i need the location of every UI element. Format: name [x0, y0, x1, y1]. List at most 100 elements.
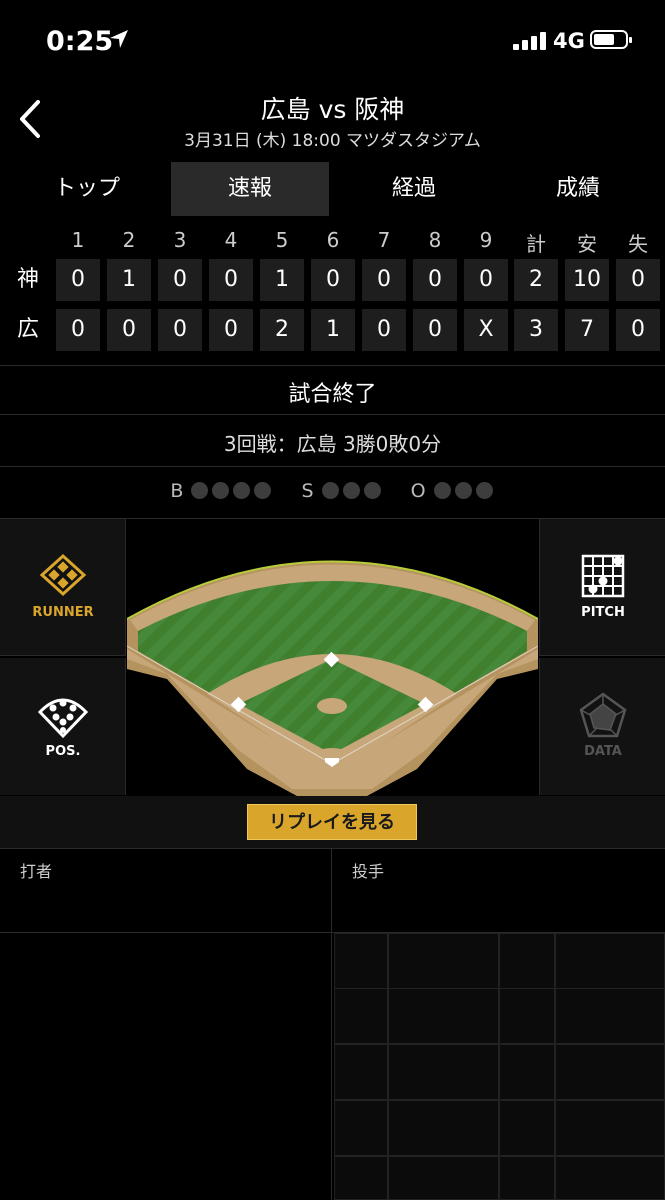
score-cell: 0	[209, 259, 253, 301]
score-cell: 1	[260, 259, 304, 301]
strike-dot	[342, 482, 360, 499]
ball-dot	[191, 482, 209, 499]
zone-cell	[388, 1044, 499, 1100]
tab-top[interactable]: トップ	[8, 162, 166, 216]
zone-cell	[334, 988, 388, 1044]
zone-cell	[555, 988, 665, 1044]
score-cell: 0	[413, 259, 457, 301]
pitcher-label: 投手	[352, 862, 385, 881]
scoreboard-header: 6	[326, 228, 340, 252]
score-cell: 0	[362, 259, 406, 301]
zone-cell	[555, 933, 665, 989]
scoreboard-header: 8	[428, 228, 442, 252]
score-cell: 0	[464, 259, 508, 301]
data-label: DATA	[584, 744, 622, 759]
out-dot	[475, 482, 493, 499]
score-cell: 2	[514, 259, 558, 301]
ball-dot	[212, 482, 230, 499]
baseball-field	[127, 560, 538, 796]
replay-button[interactable]: リプレイを見る	[247, 804, 417, 840]
zone-cell	[388, 988, 499, 1044]
scoreboard-header: 9	[479, 228, 493, 252]
network-type: 4G	[553, 29, 585, 53]
zone-cell	[388, 1100, 499, 1156]
zone-cell	[499, 933, 555, 989]
scoreboard-header: 3	[173, 228, 187, 252]
strike-label: S	[301, 480, 314, 502]
match-info: 3月31日 (木) 18:00 マツダスタジアム	[184, 131, 481, 151]
zone-cell	[388, 1156, 499, 1200]
runner-button[interactable]: RUNNER	[0, 519, 126, 656]
score-cell: 0	[616, 259, 660, 301]
column-divider	[331, 848, 332, 1200]
score-cell: X	[464, 309, 508, 351]
score-cell: 0	[311, 259, 355, 301]
tab-live[interactable]: 速報	[171, 162, 329, 216]
divider	[0, 365, 665, 366]
scoreboard-header: 5	[275, 228, 289, 252]
out-label: O	[410, 480, 426, 502]
runner-diamond-icon	[39, 553, 87, 597]
zone-cell	[499, 1100, 555, 1156]
pitch-label: PITCH	[581, 605, 625, 620]
score-cell: 0	[209, 309, 253, 351]
strike-dot	[363, 482, 381, 499]
zone-cell	[555, 1044, 665, 1100]
scoreboard-header: 1	[71, 228, 85, 252]
zone-cell	[499, 1044, 555, 1100]
score-cell: 1	[107, 259, 151, 301]
team-hanshin: 神	[16, 267, 39, 292]
position-button[interactable]: POS.	[0, 658, 126, 795]
score-cell: 0	[158, 259, 202, 301]
scoreboard-header: 4	[224, 228, 238, 252]
scoreboard-header: 計	[526, 232, 546, 256]
out-dot	[433, 482, 451, 499]
score-cell: 3	[514, 309, 558, 351]
score-cell: 0	[107, 309, 151, 351]
zone-cell	[388, 933, 499, 989]
team-hiroshima: 広	[16, 317, 39, 342]
ball-dot	[233, 482, 251, 499]
score-cell: 10	[565, 259, 609, 301]
score-cell: 0	[362, 309, 406, 351]
score-cell: 1	[311, 309, 355, 351]
series-record: 3回戦：広島 3勝0敗0分	[223, 432, 442, 456]
zone-cell	[499, 988, 555, 1044]
battery-icon	[590, 30, 632, 49]
divider	[0, 848, 665, 849]
zone-cell	[334, 1044, 388, 1100]
score-cell: 0	[616, 309, 660, 351]
runner-label: RUNNER	[32, 605, 94, 620]
scoreboard-header: 2	[122, 228, 136, 252]
signal-icon	[513, 32, 546, 50]
data-button[interactable]: DATA	[539, 658, 665, 795]
score-cell: 0	[158, 309, 202, 351]
pitch-button[interactable]: PITCH	[539, 519, 665, 656]
zone-cell	[499, 1156, 555, 1200]
score-cell: 0	[413, 309, 457, 351]
scoreboard-header: 7	[377, 228, 391, 252]
score-cell: 0	[56, 309, 100, 351]
game-status: 試合終了	[288, 382, 377, 407]
score-cell: 0	[56, 259, 100, 301]
tab-progress[interactable]: 経過	[335, 162, 493, 216]
scoreboard-header: 安	[577, 232, 597, 256]
ball-dot	[254, 482, 272, 499]
position-label: POS.	[45, 744, 81, 759]
pitch-grid-icon	[581, 554, 625, 598]
score-cell: 7	[565, 309, 609, 351]
scoreboard-header: 失	[628, 232, 648, 256]
divider	[0, 414, 665, 415]
out-dot	[454, 482, 472, 499]
ball-label: B	[170, 480, 184, 502]
position-field-icon	[38, 698, 88, 738]
status-time: 0:25	[46, 26, 114, 57]
radar-chart-icon	[579, 692, 627, 738]
match-title: 広島 vs 阪神	[260, 95, 405, 124]
score-cell: 2	[260, 309, 304, 351]
tab-stats[interactable]: 成績	[499, 162, 657, 216]
location-arrow-icon	[110, 30, 128, 48]
pitchers-mound	[317, 698, 347, 714]
ball-count: B S O	[0, 480, 665, 502]
zone-cell	[334, 1156, 388, 1200]
